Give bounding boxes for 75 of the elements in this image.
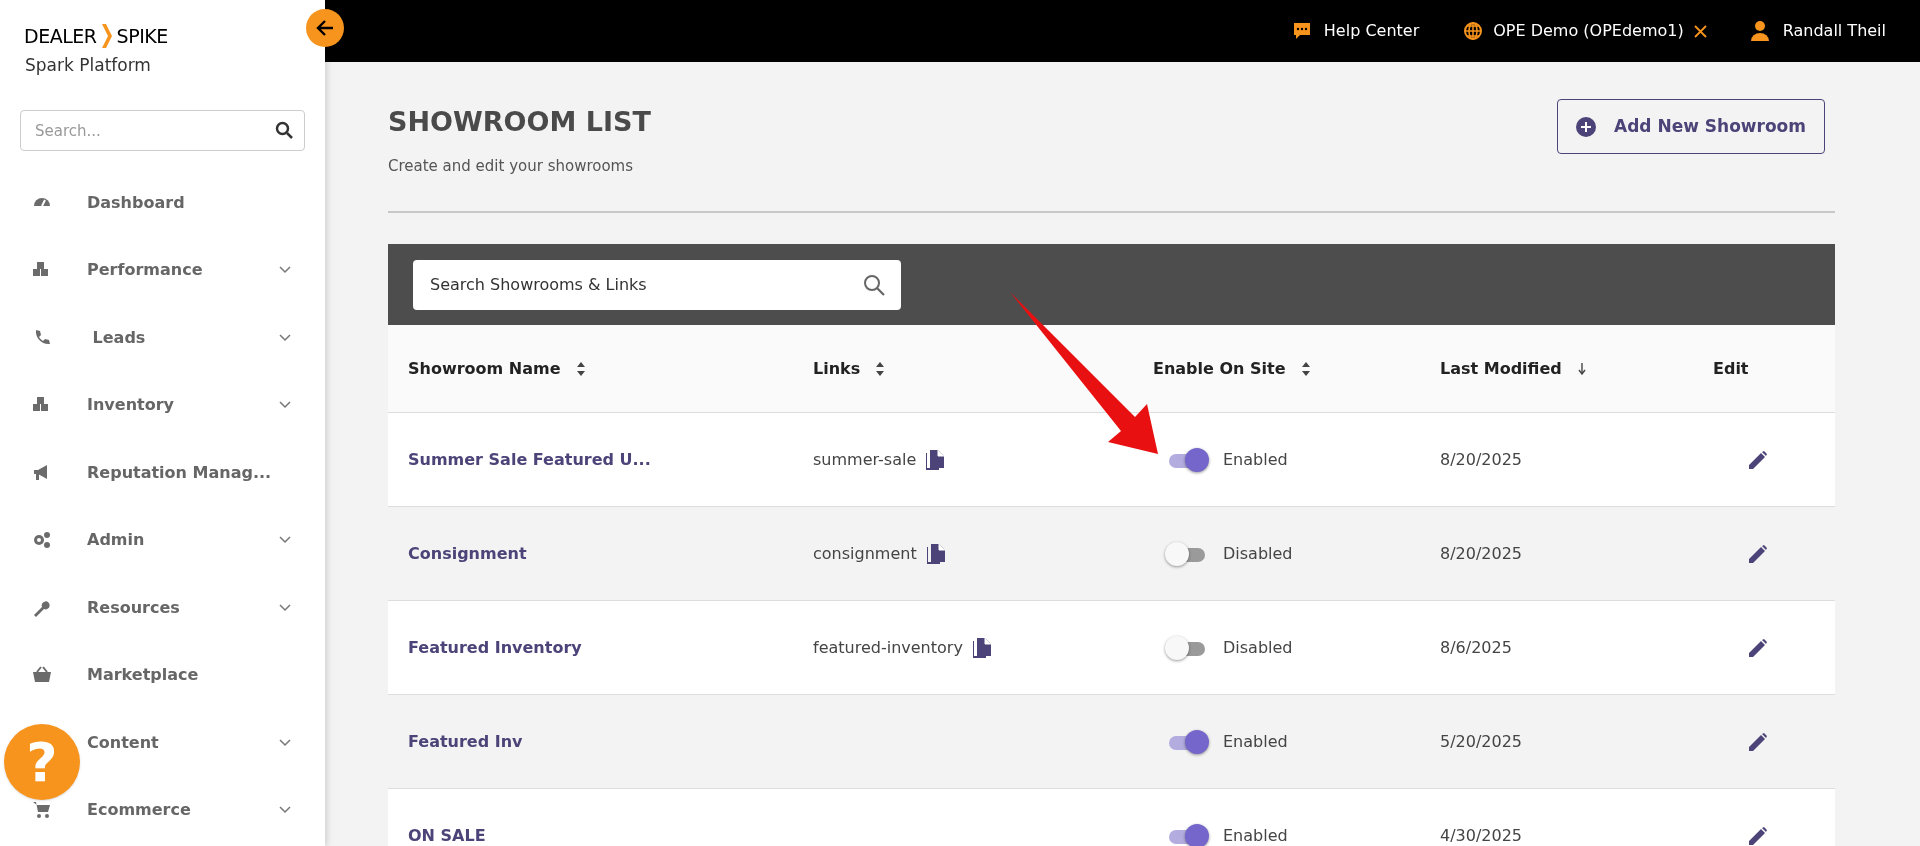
pencil-icon <box>1749 826 1767 845</box>
sort-icon <box>1301 361 1310 376</box>
help-center-link[interactable]: Help Center <box>1291 19 1420 43</box>
search-icon <box>275 121 293 139</box>
modified-date: 8/20/2025 <box>1440 542 1524 565</box>
showroom-name-link[interactable]: Featured Inventory <box>408 635 813 660</box>
pencil-icon <box>1749 732 1767 751</box>
toggle-status: Disabled <box>1223 636 1293 659</box>
column-header[interactable]: Enable On Site <box>1153 356 1286 381</box>
pencil-icon <box>1749 450 1767 469</box>
modified-date: 4/30/2025 <box>1440 824 1524 846</box>
chat-icon <box>1291 21 1312 41</box>
column-header[interactable]: Edit <box>1713 356 1749 381</box>
chevron-logo-icon <box>100 24 113 49</box>
platform-subtitle: Spark Platform <box>24 53 152 77</box>
sort-icon <box>576 361 585 376</box>
modified-date: 5/20/2025 <box>1440 730 1524 753</box>
nav-item[interactable]: Reputation Manag... <box>87 460 272 485</box>
copy-icon <box>972 637 991 658</box>
edit-button[interactable] <box>1749 826 1767 845</box>
showroom-name-link[interactable]: ON SALE <box>408 823 813 846</box>
modified-date: 8/20/2025 <box>1440 448 1524 471</box>
logo-text: DEALER <box>24 24 97 49</box>
toggle-status: Enabled <box>1223 730 1288 753</box>
search-icon <box>863 273 885 296</box>
sort-down-icon <box>1577 362 1586 375</box>
edit-button[interactable] <box>1749 732 1767 751</box>
column-header[interactable]: Links <box>813 356 861 381</box>
showroom-name-link[interactable]: Featured Inv <box>408 729 813 754</box>
close-icon <box>1693 24 1707 38</box>
chevron-down-icon <box>279 806 291 815</box>
chevron-down-icon <box>279 401 291 410</box>
toggle-status: Enabled <box>1223 448 1288 471</box>
plus-circle-icon <box>1576 116 1596 137</box>
arrow-left-icon <box>316 20 334 36</box>
nav-item[interactable]: Marketplace <box>87 663 199 688</box>
chevron-down-icon <box>279 738 291 747</box>
nav-item[interactable]: Inventory <box>87 393 174 418</box>
showroom-name-link[interactable]: Summer Sale Featured U... <box>408 447 813 472</box>
search-field[interactable]: Search... <box>20 110 305 151</box>
edit-button[interactable] <box>1749 450 1767 469</box>
modified-date: 8/6/2025 <box>1440 636 1513 659</box>
pencil-icon <box>1749 638 1767 657</box>
user-name: Randall Theil <box>1782 20 1886 42</box>
chevron-down-icon <box>279 536 291 545</box>
nav-item[interactable]: Leads <box>87 325 146 350</box>
page-subtitle: Create and edit your showrooms <box>388 155 635 177</box>
copy-icon <box>926 543 945 564</box>
nav-item[interactable]: Content <box>87 730 159 755</box>
column-header[interactable]: Showroom Name <box>408 356 561 381</box>
cart-icon <box>32 800 52 821</box>
search-field[interactable]: Search Showrooms & Links <box>413 259 901 310</box>
edit-button[interactable] <box>1749 544 1767 563</box>
add-showroom-button[interactable]: Add New Showroom <box>1557 99 1825 154</box>
showroom-name-link[interactable]: Consignment <box>408 541 813 566</box>
toggle-status: Enabled <box>1223 824 1288 846</box>
copy-icon <box>926 449 945 470</box>
nav-item[interactable]: Ecommerce <box>87 798 191 823</box>
toggle-status: Disabled <box>1223 542 1293 565</box>
sort-icon <box>876 361 885 376</box>
site-name: OPE Demo (OPEdemo1) <box>1493 20 1684 42</box>
pencil-icon <box>1749 544 1767 563</box>
chevron-down-icon <box>279 333 291 342</box>
column-header[interactable]: Last Modified <box>1440 356 1562 381</box>
user-icon <box>1750 21 1769 41</box>
logo-text: SPIKE <box>116 24 168 49</box>
globe-icon <box>1463 21 1484 41</box>
nav-item[interactable]: Dashboard <box>87 190 185 215</box>
nav-item[interactable]: Performance <box>87 258 203 283</box>
nav-item[interactable]: Admin <box>87 528 145 553</box>
nav-item[interactable]: Resources <box>87 595 180 620</box>
chevron-down-icon <box>279 266 291 275</box>
page-title: SHOWROOM LIST <box>388 105 651 139</box>
chevron-down-icon <box>279 603 291 612</box>
edit-button[interactable] <box>1749 638 1767 657</box>
